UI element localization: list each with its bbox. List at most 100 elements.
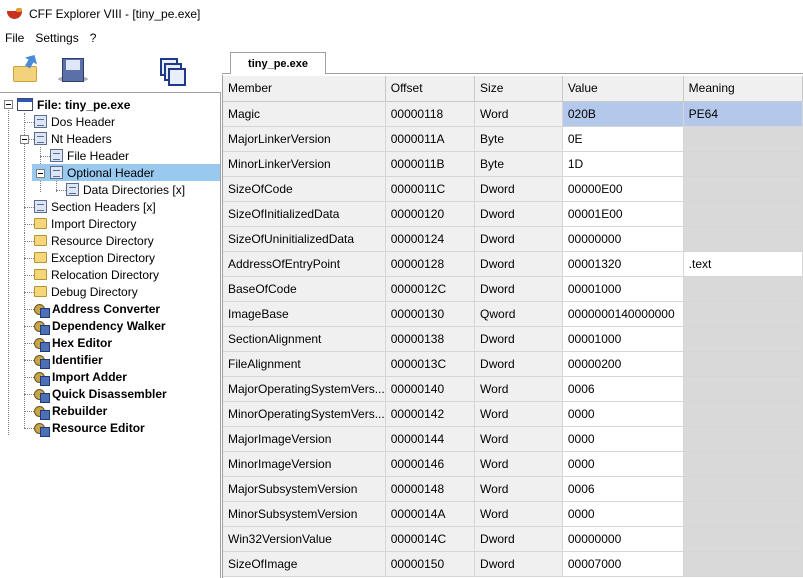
value-cell[interactable]: 00001000	[562, 326, 684, 352]
column-header-meaning[interactable]: Meaning	[683, 76, 803, 102]
table-row[interactable]: MajorOperatingSystemVers... 00000140 Word 0…	[223, 376, 803, 402]
table-row[interactable]: SectionAlignment 00000138 Dword 00001000	[223, 326, 803, 352]
offset-cell: 00000140	[385, 376, 476, 402]
column-header-offset[interactable]: Offset	[385, 76, 476, 102]
value-cell[interactable]: 00001320	[562, 251, 684, 277]
tree-item-debug-directory[interactable]: Debug Directory	[34, 283, 138, 300]
table-row[interactable]: MajorImageVersion 00000144 Word 0000	[223, 426, 803, 452]
table-row[interactable]: SizeOfInitializedData 00000120 Dword 00001E…	[223, 201, 803, 227]
tree-item-dos-header[interactable]: Dos Header	[34, 113, 115, 130]
meaning-cell	[683, 476, 803, 502]
tree-item-resource-editor[interactable]: Resource Editor	[34, 419, 145, 437]
member-cell: Win32VersionValue	[223, 526, 386, 552]
value-cell[interactable]: 00000200	[562, 351, 684, 377]
member-cell: SectionAlignment	[223, 326, 386, 352]
tree-item-exception-directory[interactable]: Exception Directory	[34, 249, 155, 266]
table-row[interactable]: ImageBase 00000130 Qword 0000000140000000	[223, 301, 803, 327]
meaning-cell	[683, 126, 803, 152]
value-cell[interactable]: 0006	[562, 376, 684, 402]
value-cell[interactable]: 0000	[562, 426, 684, 452]
offset-cell: 00000130	[385, 301, 476, 327]
column-header-value[interactable]: Value	[562, 76, 684, 102]
size-cell: Word	[474, 476, 563, 502]
tree-item-import-directory[interactable]: Import Directory	[34, 215, 136, 232]
value-cell[interactable]: 0000	[562, 451, 684, 477]
value-cell[interactable]: 00000000	[562, 226, 684, 252]
table-row[interactable]: Win32VersionValue 0000014C Dword 00000000	[223, 526, 803, 552]
tree-item-address-converter[interactable]: Address Converter	[34, 300, 160, 318]
member-cell: MajorSubsystemVersion	[223, 476, 386, 502]
table-row[interactable]: MinorSubsystemVersion 0000014A Word 0000	[223, 501, 803, 527]
value-cell[interactable]: 0006	[562, 476, 684, 502]
open-file-icon[interactable]	[10, 54, 42, 86]
value-cell[interactable]: 020B	[562, 101, 684, 127]
table-row[interactable]: MinorOperatingSystemVers... 00000142 Word 0…	[223, 401, 803, 427]
meaning-cell	[683, 526, 803, 552]
tool-icon	[34, 336, 50, 352]
tree-item-dependency-walker[interactable]: Dependency Walker	[34, 317, 166, 335]
meaning-cell	[683, 176, 803, 202]
value-cell[interactable]: 00001E00	[562, 201, 684, 227]
size-cell: Word	[474, 376, 563, 402]
tree-item-data-directories[interactable]: Data Directories [x]	[66, 181, 185, 198]
column-header-member[interactable]: Member	[223, 76, 386, 102]
tree-item-quick-disassembler[interactable]: Quick Disassembler	[34, 385, 167, 403]
column-header-size[interactable]: Size	[474, 76, 563, 102]
tool-icon	[34, 404, 50, 420]
tab-tiny-pe-exe[interactable]: tiny_pe.exe	[230, 52, 326, 74]
tree-item-hex-editor[interactable]: Hex Editor	[34, 334, 112, 352]
file-tree[interactable]: File: tiny_pe.exe Dos Header Nt Headers …	[0, 92, 221, 578]
table-row[interactable]: MinorImageVersion 00000146 Word 0000	[223, 451, 803, 477]
table-row[interactable]: AddressOfEntryPoint 00000128 Dword 00001320…	[223, 251, 803, 277]
value-cell[interactable]: 0000	[562, 401, 684, 427]
table-row[interactable]: MajorSubsystemVersion 00000148 Word 0006	[223, 476, 803, 502]
value-cell[interactable]: 00000E00	[562, 176, 684, 202]
table-row[interactable]: SizeOfImage 00000150 Dword 00007000	[223, 551, 803, 577]
menu-file[interactable]: File	[0, 31, 30, 45]
tree-item-relocation-directory[interactable]: Relocation Directory	[34, 266, 159, 283]
size-cell: Word	[474, 401, 563, 427]
tree-item-resource-directory[interactable]: Resource Directory	[34, 232, 154, 249]
menu-help[interactable]: ?	[85, 31, 103, 45]
size-cell: Dword	[474, 351, 563, 377]
tree-item-nt-headers[interactable]: Nt Headers	[34, 130, 112, 147]
value-cell[interactable]: 0000000140000000	[562, 301, 684, 327]
header-doc-icon	[34, 132, 47, 145]
table-row[interactable]: SizeOfCode 0000011C Dword 00000E00	[223, 176, 803, 202]
menu-settings[interactable]: Settings	[30, 31, 84, 45]
tree-item-optional-header[interactable]: Optional Header	[32, 164, 220, 181]
optional-header-collapse-toggle[interactable]	[36, 169, 45, 178]
table-row[interactable]: FileAlignment 0000013C Dword 00000200	[223, 351, 803, 377]
value-cell[interactable]: 0E	[562, 126, 684, 152]
value-cell[interactable]: 0000	[562, 501, 684, 527]
offset-cell: 00000120	[385, 201, 476, 227]
save-disk-icon[interactable]	[58, 54, 90, 86]
meaning-cell	[683, 226, 803, 252]
value-cell[interactable]: 00000000	[562, 526, 684, 552]
value-cell[interactable]: 1D	[562, 151, 684, 177]
meaning-cell	[683, 451, 803, 477]
table-row[interactable]: SizeOfUninitializedData 00000124 Dword 0000…	[223, 226, 803, 252]
tree-item-rebuilder[interactable]: Rebuilder	[34, 402, 107, 420]
windows-list-icon[interactable]	[156, 54, 188, 86]
tree-item-identifier[interactable]: Identifier	[34, 351, 103, 369]
table-row[interactable]: BaseOfCode 0000012C Dword 00001000	[223, 276, 803, 302]
table-row[interactable]: Magic 00000118 Word 020B PE64	[223, 101, 803, 127]
table-row[interactable]: MajorLinkerVersion 0000011A Byte 0E	[223, 126, 803, 152]
tree-item-section-headers[interactable]: Section Headers [x]	[34, 198, 156, 215]
size-cell: Word	[474, 426, 563, 452]
size-cell: Byte	[474, 151, 563, 177]
size-cell: Byte	[474, 126, 563, 152]
tree-item-file-root[interactable]: File: tiny_pe.exe	[17, 96, 130, 113]
member-cell: MinorSubsystemVersion	[223, 501, 386, 527]
tree-root-collapse-toggle[interactable]	[4, 100, 13, 109]
meaning-cell	[683, 301, 803, 327]
value-cell[interactable]: 00001000	[562, 276, 684, 302]
tool-icon	[34, 319, 50, 335]
nt-headers-collapse-toggle[interactable]	[20, 135, 29, 144]
tree-item-import-adder[interactable]: Import Adder	[34, 368, 127, 386]
table-row[interactable]: MinorLinkerVersion 0000011B Byte 1D	[223, 151, 803, 177]
value-cell[interactable]: 00007000	[562, 551, 684, 577]
tree-item-file-header[interactable]: File Header	[50, 147, 129, 164]
tool-icon	[34, 421, 50, 437]
